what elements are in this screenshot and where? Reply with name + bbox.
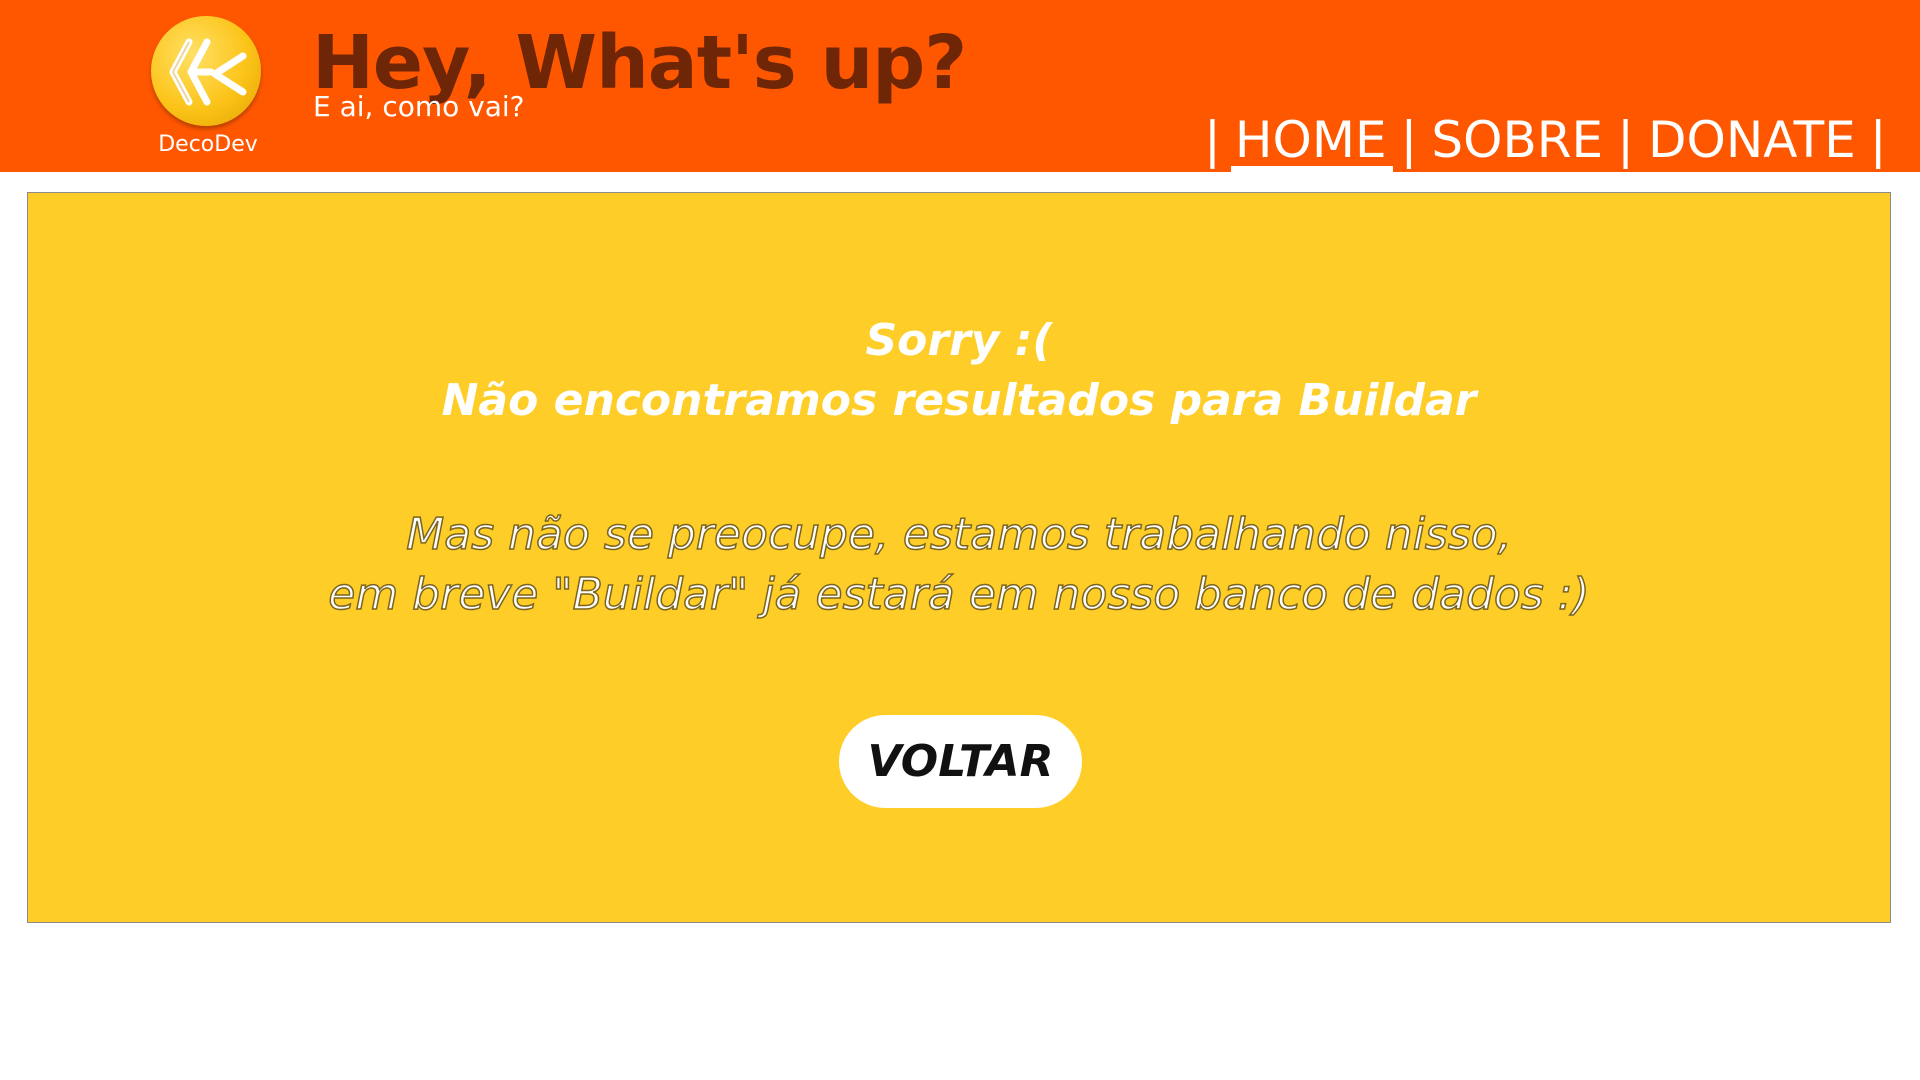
not-found-panel: Sorry :( Não encontramos resultados para… — [27, 192, 1891, 923]
working-on-it-message: Mas não se preocupe, estamos trabalhando… — [28, 505, 1890, 625]
nav-item-home[interactable]: HOME — [1229, 108, 1393, 174]
nav-separator: | — [1400, 111, 1418, 169]
main-nav: | HOME | SOBRE | DONATE | — [1196, 108, 1895, 174]
nav-separator: | — [1617, 111, 1634, 169]
nav-item-donate[interactable]: DONATE — [1642, 108, 1862, 172]
nav-separator: | — [1204, 111, 1221, 169]
back-button[interactable]: VOLTAR — [839, 715, 1082, 808]
nav-separator: | — [1869, 111, 1887, 169]
message-line-2: em breve "Buildar" já estará em nosso ba… — [328, 568, 1591, 621]
decodev-logo-icon — [151, 16, 261, 126]
no-results-text: Não encontramos resultados para Buildar — [441, 375, 1477, 426]
logo[interactable]: DecoDev — [148, 14, 268, 164]
sorry-text: Sorry :( — [865, 315, 1053, 366]
nav-item-sobre[interactable]: SOBRE — [1425, 108, 1609, 172]
site-subtitle: E ai, como vai? — [313, 90, 525, 123]
logo-name: DecoDev — [158, 132, 258, 157]
site-header: DecoDev Hey, What's up? E ai, como vai? … — [0, 0, 1920, 174]
not-found-heading: Sorry :( Não encontramos resultados para… — [28, 311, 1890, 431]
message-line-1: Mas não se preocupe, estamos trabalhando… — [406, 508, 1513, 561]
